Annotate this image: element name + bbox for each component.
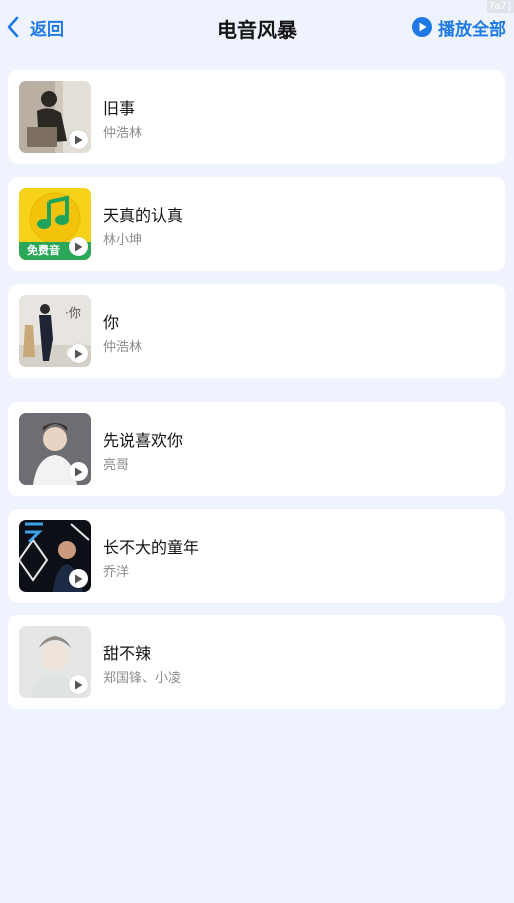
- song-card[interactable]: 长不大的童年 乔洋: [8, 509, 505, 603]
- song-title: 旧事: [103, 99, 136, 118]
- play-icon[interactable]: [69, 237, 88, 256]
- song-title: 先说喜欢你: [103, 431, 184, 450]
- svg-text:·你: ·你: [65, 306, 81, 320]
- song-title: 你: [103, 313, 120, 332]
- song-artist: 仲浩林: [103, 126, 143, 141]
- play-icon[interactable]: [69, 675, 88, 694]
- song-card[interactable]: 甜不辣 郑国锋、小凌: [8, 615, 505, 709]
- song-card[interactable]: 先说喜欢你 亮哥: [8, 402, 505, 496]
- album-cover: [19, 81, 91, 153]
- song-artist: 郑国锋、小凌: [103, 671, 182, 686]
- song-artist: 林小坤: [103, 233, 143, 248]
- play-icon[interactable]: [69, 462, 88, 481]
- song-title: 甜不辣: [103, 644, 152, 663]
- song-artist: 亮哥: [103, 458, 130, 473]
- corner-badge: 7a7j: [487, 0, 514, 13]
- top-bar: 返回 电音风暴 播放全部 7a7j: [0, 0, 514, 54]
- song-card[interactable]: ·你 你 仲浩林: [8, 284, 505, 378]
- song-title: 长不大的童年: [103, 538, 200, 557]
- song-card[interactable]: 免费音 天真的认真 林小坤: [8, 177, 505, 271]
- play-circle-icon: [412, 17, 432, 37]
- play-all-button[interactable]: 播放全部: [412, 14, 506, 40]
- play-icon[interactable]: [69, 569, 88, 588]
- play-icon[interactable]: [69, 130, 88, 149]
- album-cover: ·你: [19, 295, 91, 367]
- song-artist: 乔洋: [103, 565, 130, 580]
- song-artist: 仲浩林: [103, 340, 143, 355]
- album-cover: [19, 626, 91, 698]
- song-card[interactable]: 旧事 仲浩林: [8, 70, 505, 164]
- play-all-label: 播放全部: [438, 19, 506, 40]
- album-cover: [19, 413, 91, 485]
- song-title: 天真的认真: [103, 206, 184, 225]
- album-cover: 免费音: [19, 188, 91, 260]
- play-icon[interactable]: [69, 344, 88, 363]
- album-cover: [19, 520, 91, 592]
